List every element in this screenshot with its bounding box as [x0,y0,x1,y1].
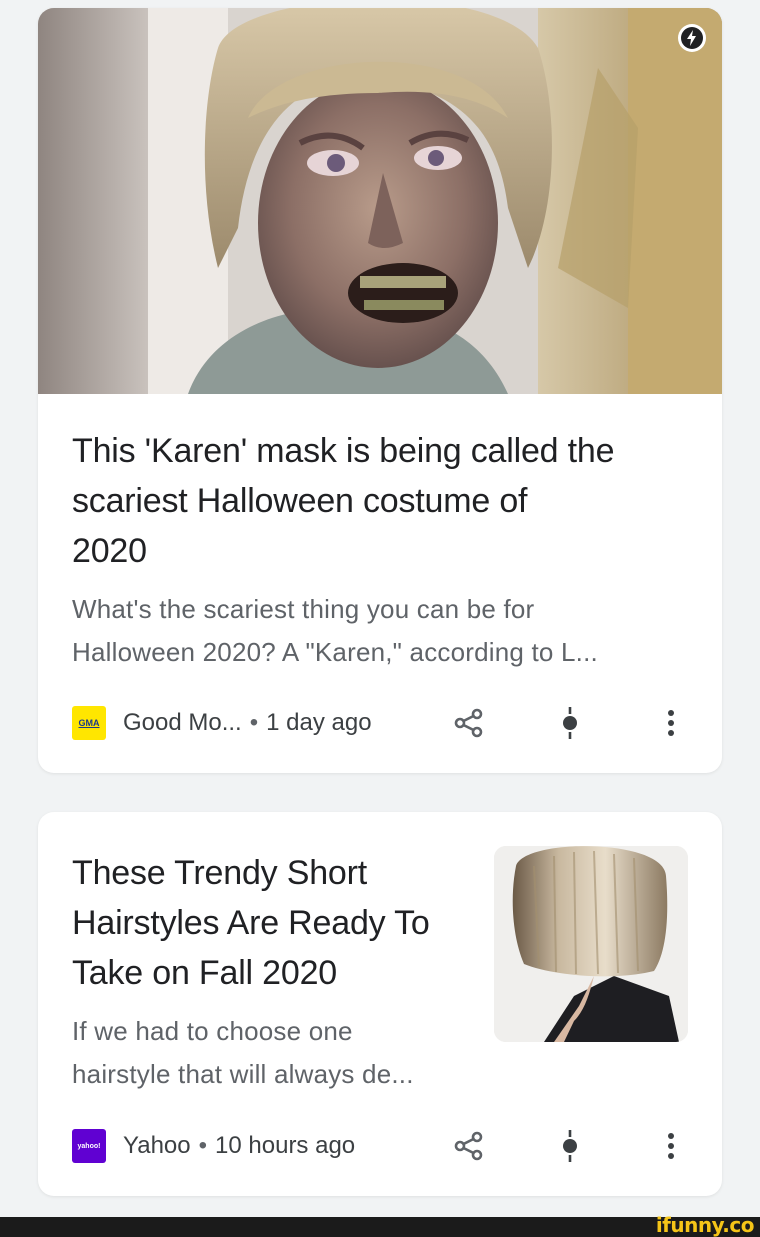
gma-logo: GMA [72,706,106,740]
article-title[interactable]: These Trendy Short Hairstyles Are Ready … [72,848,430,998]
snippet-line: Halloween 2020? A "Karen," according to … [72,637,598,667]
interest-marker-icon[interactable] [550,703,590,743]
article-snippet: What's the scariest thing you can be for… [72,588,598,674]
article-hero-image[interactable] [38,8,722,394]
snippet-line: If we had to choose one [72,1016,353,1046]
more-vert-icon[interactable] [651,703,691,743]
source-name[interactable]: Good Mo... [123,709,242,737]
more-vert-icon[interactable] [651,1126,691,1166]
title-line: These Trendy Short [72,854,367,892]
snippet-line: hairstyle that will always de... [72,1059,414,1089]
yahoo-logo: yahoo! [72,1129,106,1163]
ifunny-watermark: ifunny.co [655,1213,755,1237]
watermark-bar: ifunny.co [0,1213,760,1237]
article-thumbnail[interactable] [494,846,688,1042]
title-line: Take on Fall 2020 [72,954,337,992]
separator: • [198,1132,208,1159]
snippet-line: What's the scariest thing you can be for [72,594,535,624]
title-line: scariest Halloween costume of [72,482,528,520]
title-line: Hairstyles Are Ready To [72,904,430,942]
publish-time: 1 day ago [266,709,372,736]
source-meta: GMA Good Mo... • 1 day ago [72,703,372,743]
interest-marker-icon[interactable] [550,1126,590,1166]
publish-time: 10 hours ago [215,1132,356,1159]
title-line: 2020 [72,532,147,570]
share-icon[interactable] [449,703,489,743]
karen-mask-image [38,8,722,394]
article-title[interactable]: This 'Karen' mask is being called the sc… [72,426,614,576]
source-name[interactable]: Yahoo [123,1132,191,1160]
news-card-karen-mask[interactable]: This 'Karen' mask is being called the sc… [38,8,722,773]
amp-lightning-icon [678,24,706,52]
share-icon[interactable] [449,1126,489,1166]
news-card-short-hairstyles[interactable]: These Trendy Short Hairstyles Are Ready … [38,812,722,1196]
article-snippet: If we had to choose one hairstyle that w… [72,1010,414,1096]
separator: • [249,709,259,736]
title-line: This 'Karen' mask is being called the [72,432,615,470]
bob-haircut-image [494,846,688,1042]
source-meta: yahoo! Yahoo • 10 hours ago [72,1126,355,1166]
